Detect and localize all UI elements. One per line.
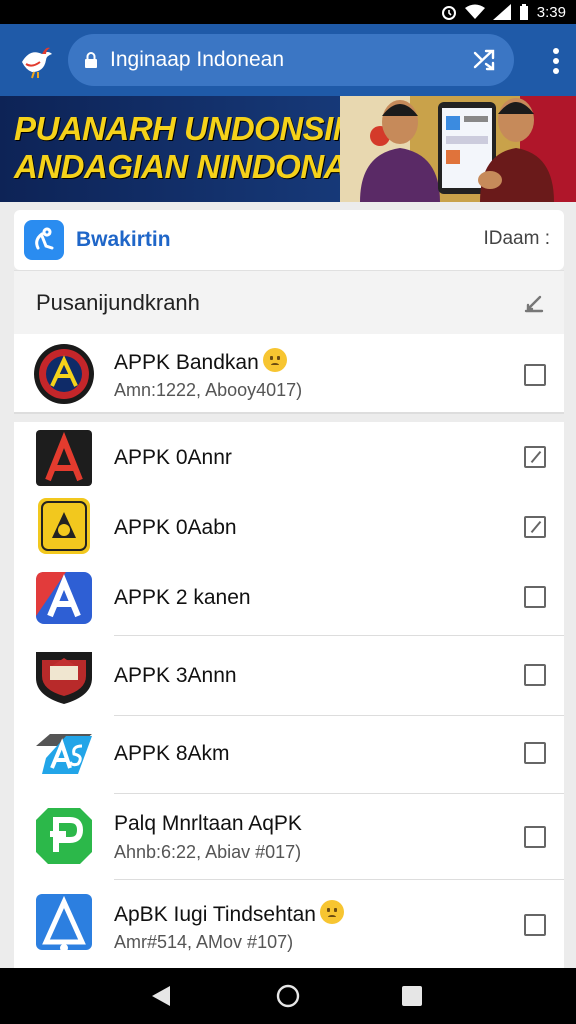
shuffle-icon[interactable] — [472, 47, 498, 73]
list-item[interactable]: APPK 3Annn — [14, 636, 564, 716]
app-name: APPK 3Annn — [114, 664, 237, 687]
checkbox[interactable] — [524, 664, 546, 686]
app-meta: Amr#514, AMov #107) — [114, 932, 294, 952]
app-icon-a-dark — [36, 430, 92, 486]
list-item[interactable]: APPK 2 kanen — [14, 562, 564, 636]
header-action[interactable]: IDaam : — [483, 228, 550, 250]
lock-icon — [85, 52, 97, 68]
app-name: APPK 0Aabn — [114, 516, 237, 539]
browser-logo-icon[interactable] — [16, 40, 56, 80]
worried-emoji-icon — [319, 900, 344, 924]
url-bar[interactable]: Inginaap Indonean — [68, 34, 514, 86]
list-item[interactable]: Palq Mnrltaan AqPK Ahnb:6:22, Abiav #017… — [14, 794, 564, 880]
section-header: Pusanijundkranh — [14, 270, 564, 334]
app-name: Palq Mnrltaan AqPK — [114, 812, 302, 835]
status-bar: 3:39 — [0, 0, 576, 24]
app-icon-as — [36, 734, 92, 774]
checkbox[interactable] — [524, 914, 546, 936]
app-icon-p-green — [36, 808, 92, 864]
banner-people-image — [340, 96, 576, 202]
app-name: APPK 8Akm — [114, 742, 230, 765]
status-time: 3:39 — [536, 3, 566, 21]
app-content: Bwakirtin IDaam : Pusanijundkranh APPK B… — [0, 202, 576, 968]
app-logo-icon[interactable] — [24, 220, 64, 260]
system-navigation-bar — [0, 968, 576, 1024]
app-list: APPK 0Annr APPK 0Aabn APPK 2 kanen APPK … — [14, 422, 564, 968]
section-title: Pusanijundkranh — [36, 289, 200, 315]
list-item[interactable]: APPK 0Aabn — [14, 492, 564, 562]
banner-headline: PUANARH UNDONSIM — [14, 110, 360, 147]
list-item[interactable]: APPK Bandkan Amn:1222, Abooy4017) — [14, 334, 564, 414]
signal-icon — [492, 4, 511, 20]
url-text: Inginaap Indonean — [110, 48, 284, 71]
list-item[interactable]: APPK 8Akm — [14, 716, 564, 794]
app-name: APPK Bandkan — [114, 348, 287, 375]
battery-icon — [519, 4, 528, 20]
back-icon[interactable] — [150, 984, 172, 1008]
edit-icon[interactable] — [522, 291, 546, 315]
home-icon[interactable] — [276, 984, 300, 1008]
app-name: ApBK Iugi Tindsehtan — [114, 900, 344, 927]
checkbox-checked[interactable] — [524, 516, 546, 538]
app-meta: Ahnb:6:22, Abiav #017) — [114, 842, 302, 862]
worried-emoji-icon — [262, 348, 287, 372]
browser-toolbar: Inginaap Indonean — [0, 24, 576, 96]
checkbox-checked[interactable] — [524, 446, 546, 468]
checkbox[interactable] — [524, 826, 546, 848]
featured-app-card[interactable]: APPK Bandkan Amn:1222, Abooy4017) — [14, 334, 564, 414]
app-icon-a-blue — [36, 894, 92, 952]
promo-banner[interactable]: PUANARH UNDONSIM ANDAGIAN NINDONASIA — [0, 96, 576, 202]
overflow-menu-icon[interactable] — [552, 48, 560, 74]
app-header: Bwakirtin IDaam : — [14, 210, 564, 270]
list-item[interactable]: APPK 0Annr — [14, 422, 564, 492]
app-icon-badge — [38, 498, 90, 554]
checkbox[interactable] — [524, 586, 546, 608]
app-meta: Amn:1222, Abooy4017) — [114, 380, 303, 400]
wifi-icon — [464, 4, 485, 19]
app-title: Bwakirtin — [76, 228, 171, 251]
checkbox[interactable] — [524, 742, 546, 764]
app-icon-a-red-blue — [36, 572, 92, 624]
app-icon-crest — [36, 652, 92, 704]
list-item[interactable]: ApBK Iugi Tindsehtan Amr#514, AMov #107) — [14, 880, 564, 968]
checkbox[interactable] — [524, 364, 546, 386]
recent-apps-icon[interactable] — [402, 986, 422, 1006]
app-name: APPK 0Annr — [114, 446, 232, 469]
alarm-icon — [441, 6, 456, 20]
app-icon-shield — [34, 344, 94, 404]
app-name: APPK 2 kanen — [114, 586, 251, 609]
